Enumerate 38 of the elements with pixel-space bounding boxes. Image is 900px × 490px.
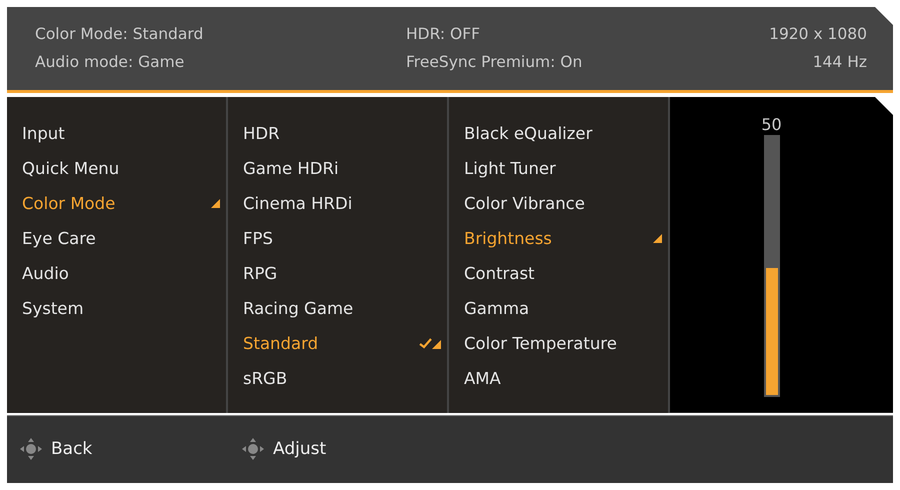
menu-item[interactable]: Cinema HRDi [228,186,447,221]
triangle-icon [653,234,662,243]
menu-item[interactable]: FPS [228,220,447,256]
menu-item[interactable]: Racing Game [228,290,447,326]
hint-label: Adjust [273,439,326,460]
status-text: 1920 x 1080 [769,24,867,46]
status-text: HDR: OFF [406,24,482,46]
menu-item[interactable]: System [7,290,226,326]
status-text: FreeSync Premium: On [406,52,584,74]
menu-item[interactable]: Color Mode [7,186,226,221]
menu-item[interactable]: Audio [7,256,226,291]
menu-item[interactable]: Contrast [449,256,668,291]
menu-item[interactable]: RPG [228,256,447,291]
triangle-icon [432,340,441,349]
hint-label: Back [51,439,92,460]
checkmark-icon [419,338,432,349]
menu-item[interactable]: Eye Care [7,220,226,256]
slider-track[interactable] [764,134,780,397]
menu-item[interactable]: Input [7,116,226,151]
menu-item[interactable]: Black eQualizer [449,116,668,151]
joystick-icon [19,437,43,462]
menu-item[interactable]: Gamma [449,290,668,326]
menu-item[interactable]: AMA [449,360,668,396]
status-text: 144 Hz [812,52,867,74]
menu-item[interactable]: Color Temperature [449,326,668,361]
menu-item[interactable]: Game HDRi [228,150,447,186]
slider-value: 50 [761,114,782,135]
status-text: Audio mode: Game [35,52,186,74]
menu-item[interactable]: Brightness [449,220,668,256]
menu-item[interactable]: Light Tuner [449,150,668,186]
triangle-icon [211,198,220,208]
menu-item[interactable]: HDR [228,116,447,151]
menu-item[interactable]: Color Vibrance [449,186,668,221]
status-text: Color Mode: Standard [35,24,204,46]
menu-item[interactable]: Quick Menu [7,150,226,186]
joystick-icon [241,437,265,462]
menu-item[interactable]: sRGB [228,360,447,396]
menu-item[interactable]: Standard [228,326,447,361]
